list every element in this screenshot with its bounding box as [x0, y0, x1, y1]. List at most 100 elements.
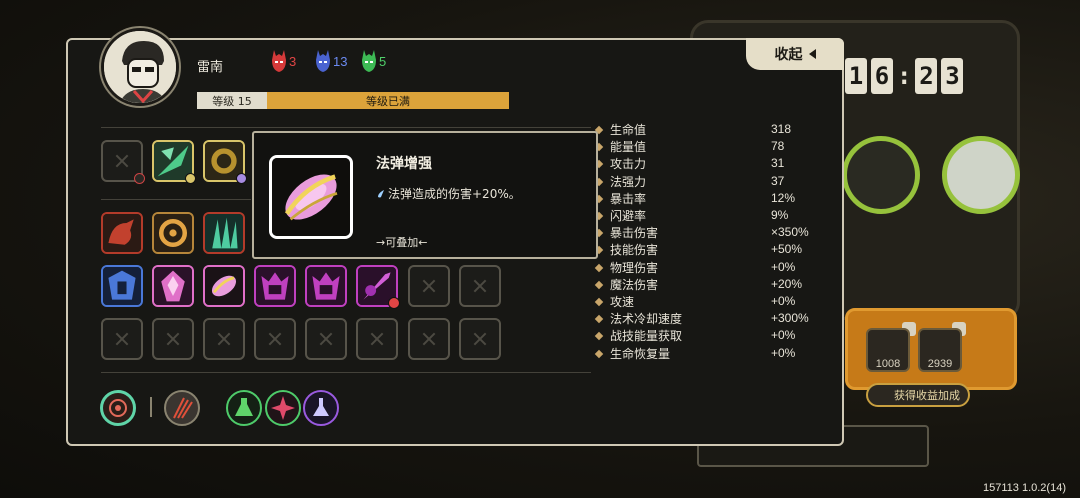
stat-value: 37: [771, 174, 785, 188]
timer-digit: 1: [845, 58, 867, 94]
diamond-bullet-icon: [594, 331, 604, 340]
stat-value: 318: [771, 122, 792, 136]
equipment-slot-empty[interactable]: [101, 140, 145, 184]
stat-row: 法强力: [594, 173, 780, 190]
level-status: 等级已满: [267, 92, 509, 109]
stat-value: 12%: [771, 191, 796, 205]
spark-buff-icon[interactable]: [265, 390, 301, 426]
skill-slot[interactable]: [305, 265, 347, 307]
stat-label: 暴击率: [610, 192, 647, 206]
green-claws-icon: [205, 214, 243, 252]
skill-slot-empty[interactable]: [152, 318, 194, 360]
bonus-badge[interactable]: 获得收益加成: [866, 383, 970, 407]
skill-slot-empty[interactable]: [356, 318, 398, 360]
timer-digit: 6: [871, 58, 893, 94]
stat-value: +0%: [771, 346, 796, 360]
divider: [101, 372, 591, 373]
eye-buff-icon[interactable]: [100, 390, 136, 426]
divider: [101, 127, 591, 128]
currency-blue: 13: [316, 50, 347, 72]
currency-count: 3: [289, 53, 297, 69]
timer-colon: :: [897, 62, 912, 90]
divider: [101, 199, 251, 200]
stat-label: 生命恢复量: [610, 347, 671, 361]
slot-badge-icon: [134, 173, 145, 184]
stat-row: 暴击伤害: [594, 224, 780, 241]
enemy-portrait[interactable]: [842, 136, 920, 214]
count-badge-icon: [388, 297, 400, 309]
background-timer: 1 6 : 2 3: [845, 58, 964, 94]
collapse-button[interactable]: 收起: [746, 38, 844, 70]
stat-label: 生命值: [610, 123, 647, 137]
player-name: 雷南: [197, 60, 224, 75]
claw-buff-icon[interactable]: [164, 390, 200, 426]
skill-slot-empty[interactable]: [408, 265, 450, 307]
skill-slot[interactable]: [254, 265, 296, 307]
gold-ring-icon: [154, 214, 192, 252]
stat-value: +50%: [771, 242, 803, 256]
stat-value: +0%: [771, 294, 796, 308]
stat-row: 物理伤害: [594, 259, 780, 276]
blue-mask-icon: [316, 50, 330, 72]
skill-slot[interactable]: [101, 212, 143, 254]
currency-count: 13: [333, 53, 348, 69]
stat-label: 技能伤害: [610, 243, 659, 257]
pink-crest-icon: [154, 267, 192, 305]
skill-slot-empty[interactable]: [101, 318, 143, 360]
stat-label: 法术冷却速度: [610, 312, 683, 326]
equipment-slot-armor[interactable]: [203, 140, 247, 184]
skill-slot-empty[interactable]: [408, 318, 450, 360]
potion-buff-icon[interactable]: [226, 390, 262, 426]
stat-row: 暴击率: [594, 190, 780, 207]
magic-bullet-icon: [205, 267, 243, 305]
equipment-slot-weapon[interactable]: [152, 140, 196, 184]
stat-label: 能量值: [610, 140, 647, 154]
skill-slot-empty[interactable]: [305, 318, 347, 360]
diamond-bullet-icon: [594, 280, 604, 289]
stat-row: 魔法伤害: [594, 276, 780, 293]
skill-slot[interactable]: [101, 265, 143, 307]
level-label: 等级 15: [197, 92, 267, 109]
violet-demon-icon: [307, 267, 345, 305]
stat-label: 物理伤害: [610, 261, 659, 275]
stat-value: 31: [771, 156, 785, 170]
currency-green: 5: [362, 50, 386, 72]
player-avatar[interactable]: [101, 28, 179, 106]
triangle-left-icon: [808, 49, 816, 59]
stat-row: 生命恢复量: [594, 345, 780, 362]
stat-value: ×350%: [771, 225, 809, 239]
violet-demon-icon: [256, 267, 294, 305]
version-label: 157113 1.0.2(14): [983, 482, 1066, 494]
ally-portrait[interactable]: [942, 136, 1020, 214]
stat-row: 攻速: [594, 293, 780, 310]
slot-badge-icon: [185, 173, 196, 184]
skill-slot-empty[interactable]: [254, 318, 296, 360]
diamond-bullet-icon: [594, 314, 604, 323]
red-beast-icon: [103, 214, 141, 252]
skill-slot-empty[interactable]: [203, 318, 245, 360]
green-mask-icon: [362, 50, 376, 72]
stat-label: 攻击力: [610, 157, 647, 171]
diamond-bullet-icon: [594, 349, 604, 358]
skill-slot-empty[interactable]: [459, 318, 501, 360]
stat-row: 攻击力: [594, 155, 780, 172]
magic-bullet-icon: [269, 155, 353, 239]
skill-slot-empty[interactable]: [459, 265, 501, 307]
stat-value: +0%: [771, 328, 796, 342]
diamond-bullet-icon: [594, 263, 604, 272]
reward-box-count: 1008: [875, 358, 901, 370]
skill-slot-selected[interactable]: [203, 265, 245, 307]
stat-value: 78: [771, 139, 785, 153]
stat-row: 法术冷却速度: [594, 310, 780, 327]
skill-slot[interactable]: [152, 265, 194, 307]
currency-red: 3: [272, 50, 296, 72]
skill-slot[interactable]: [356, 265, 400, 309]
red-mask-icon: [272, 50, 286, 72]
stat-label: 法强力: [610, 175, 647, 189]
blue-helm-icon: [103, 267, 141, 305]
stat-label: 闪避率: [610, 209, 647, 223]
skill-slot[interactable]: [152, 212, 194, 254]
stat-row: 闪避率: [594, 207, 780, 224]
skill-slot[interactable]: [203, 212, 245, 254]
flask-buff-icon[interactable]: [303, 390, 339, 426]
